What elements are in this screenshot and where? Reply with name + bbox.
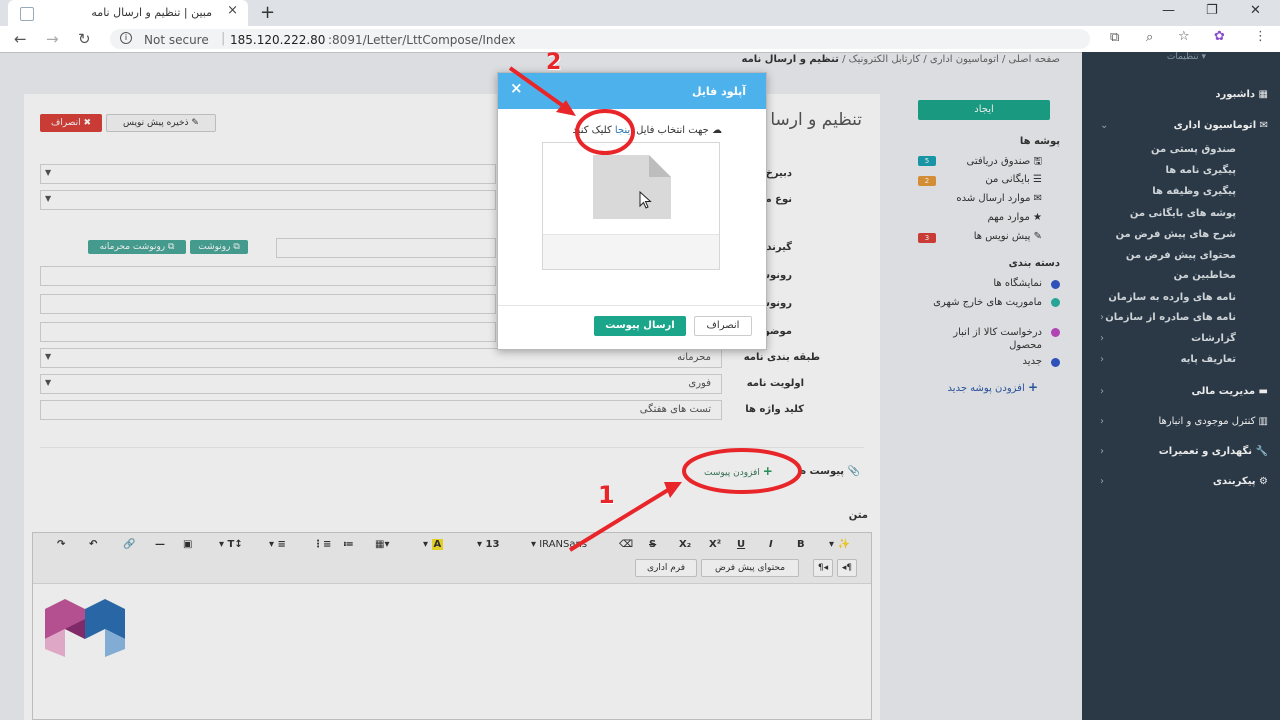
step-number-2: 2 bbox=[546, 50, 562, 75]
annotation-arrow-1 bbox=[568, 488, 670, 552]
highlight-circle-upload-link bbox=[575, 109, 635, 155]
tutorial-annotations bbox=[508, 66, 802, 552]
step-number-1: 1 bbox=[598, 481, 615, 509]
highlight-circle-add-attachment bbox=[682, 448, 802, 494]
